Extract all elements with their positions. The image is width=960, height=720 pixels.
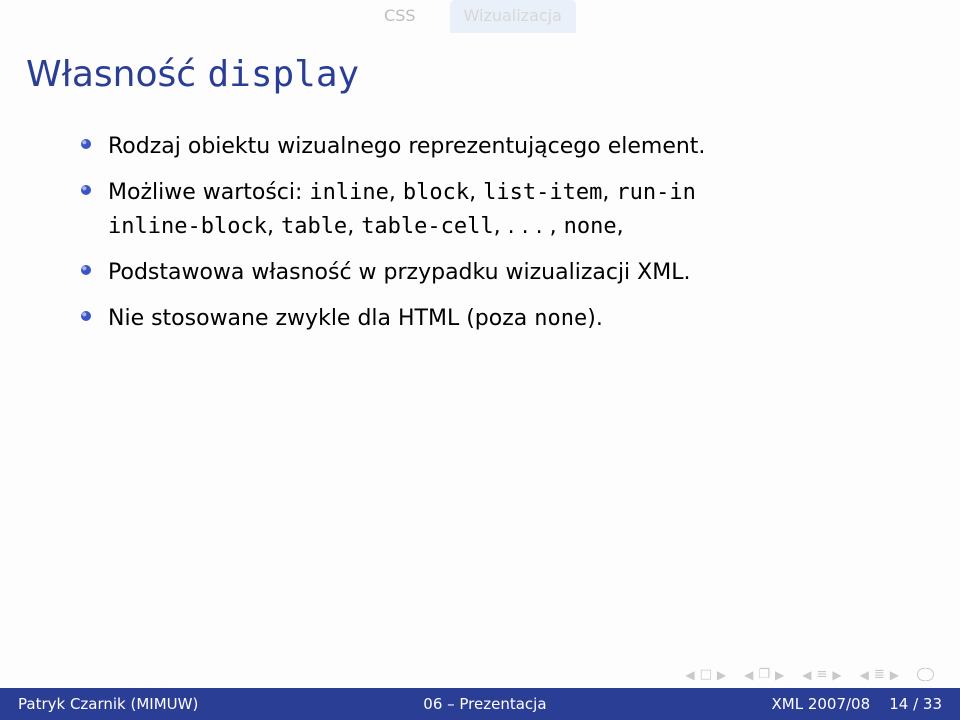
frame-icon[interactable]: ❐: [758, 667, 770, 682]
nav-subsection[interactable]: ◀ ≡ ▶: [802, 667, 841, 682]
slide-title: Własność display: [26, 54, 359, 95]
beamer-nav-symbols[interactable]: ◀ □ ▶ ◀ ❐ ▶ ◀ ≡ ▶ ◀ ≣ ▶: [685, 667, 934, 682]
code: none: [534, 306, 587, 331]
subsection-icon[interactable]: ≡: [816, 667, 827, 682]
nav-slide[interactable]: ◀ □ ▶: [685, 667, 726, 682]
footer-page: 14 / 33: [889, 695, 942, 713]
t: , . . . ,: [494, 214, 564, 239]
code: list-item: [483, 180, 602, 205]
t: ,: [347, 214, 361, 239]
prev-icon[interactable]: ◀: [744, 668, 753, 682]
t: ,: [389, 180, 403, 205]
bullet-icon: [80, 310, 92, 322]
code: block: [403, 180, 469, 205]
footer-bar: Patryk Czarnik (MIMUW) 06 – Prezentacja …: [0, 688, 960, 720]
back-icon[interactable]: [917, 668, 925, 681]
bullet-icon: [80, 184, 92, 196]
forward-icon[interactable]: [926, 668, 934, 681]
title-code: display: [207, 54, 359, 95]
nav-section[interactable]: ◀ ≣ ▶: [860, 667, 899, 682]
tab-css: CSS: [384, 0, 415, 25]
nav-frame[interactable]: ◀ ❐ ▶: [744, 667, 784, 682]
footer-right: XML 2007/08 14 / 33: [771, 695, 960, 713]
footer-author: Patryk Czarnik (MIMUW): [0, 695, 198, 713]
t: Możliwe wartości:: [108, 180, 309, 205]
code: table: [281, 214, 347, 239]
t: ,: [602, 180, 616, 205]
title-prefix: Własność: [26, 54, 207, 95]
list-item: Podstawowa własność w przypadku wizualiz…: [80, 256, 900, 290]
t: ).: [587, 306, 603, 331]
bullet-icon: [80, 264, 92, 276]
list-item: Możliwe wartości: inline, block, list-it…: [80, 176, 900, 244]
item-text: Możliwe wartości: inline, block, list-it…: [108, 176, 696, 244]
slide-icon[interactable]: □: [700, 667, 712, 682]
nav-back-forward[interactable]: [917, 668, 934, 681]
prev-icon[interactable]: ◀: [860, 668, 869, 682]
footer-title: 06 – Prezentacja: [198, 695, 771, 713]
code: none: [564, 214, 617, 239]
list-item: Nie stosowane zwykle dla HTML (poza none…: [80, 302, 900, 336]
prev-icon[interactable]: ◀: [685, 668, 694, 682]
code: inline: [309, 180, 388, 205]
section-icon[interactable]: ≣: [874, 667, 885, 682]
next-icon[interactable]: ▶: [717, 668, 726, 682]
item-text: Podstawowa własność w przypadku wizualiz…: [108, 256, 690, 290]
tab-wizualizacja: Wizualizacja: [450, 0, 576, 33]
footer-course: XML 2007/08: [771, 695, 870, 713]
item-text: Rodzaj obiektu wizualnego reprezentujące…: [108, 130, 705, 164]
code: inline-block: [108, 214, 267, 239]
item-text: Nie stosowane zwykle dla HTML (poza none…: [108, 302, 603, 336]
next-icon[interactable]: ▶: [832, 668, 841, 682]
code: run-in: [616, 180, 695, 205]
next-icon[interactable]: ▶: [775, 668, 784, 682]
content-area: Rodzaj obiektu wizualnego reprezentujące…: [80, 130, 900, 348]
list-item: Rodzaj obiektu wizualnego reprezentujące…: [80, 130, 900, 164]
t: ,: [469, 180, 483, 205]
t: ,: [617, 214, 624, 239]
t: ,: [267, 214, 281, 239]
code: table-cell: [361, 214, 493, 239]
next-icon[interactable]: ▶: [890, 668, 899, 682]
section-tabs: CSS Wizualizacja: [0, 0, 960, 34]
bullet-icon: [80, 138, 92, 150]
prev-icon[interactable]: ◀: [802, 668, 811, 682]
t: Nie stosowane zwykle dla HTML (poza: [108, 306, 534, 331]
